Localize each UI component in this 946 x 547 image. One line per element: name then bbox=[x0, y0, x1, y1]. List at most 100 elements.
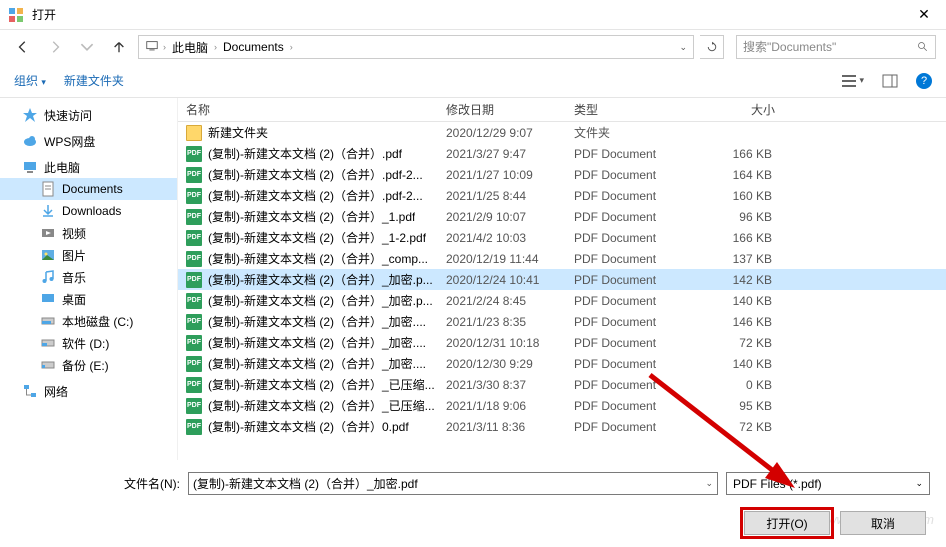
view-mode-button[interactable]: ▾ bbox=[841, 74, 864, 88]
new-folder-button[interactable]: 新建文件夹 bbox=[64, 72, 124, 89]
search-input[interactable] bbox=[743, 40, 917, 54]
search-icon bbox=[917, 41, 929, 53]
preview-pane-button[interactable] bbox=[882, 74, 898, 88]
file-row[interactable]: PDF(复制)-新建文本文档 (2)（合并）.pdf2021/3/27 9:47… bbox=[178, 143, 946, 164]
filename-combo[interactable]: ⌄ bbox=[188, 472, 718, 495]
organize-menu[interactable]: 组织 ▾ bbox=[14, 72, 46, 89]
search-box[interactable] bbox=[736, 35, 936, 59]
file-row[interactable]: PDF(复制)-新建文本文档 (2)（合并）_加密....2021/1/23 8… bbox=[178, 311, 946, 332]
chevron-right-icon: › bbox=[290, 42, 293, 52]
file-size: 164 KB bbox=[684, 168, 784, 182]
close-icon[interactable]: ✕ bbox=[910, 6, 938, 23]
sidebar-item-disk-e[interactable]: 备份 (E:) bbox=[0, 354, 177, 376]
file-type: PDF Document bbox=[566, 378, 684, 392]
file-name: (复制)-新建文本文档 (2)（合并）_comp... bbox=[208, 250, 428, 267]
file-size: 166 KB bbox=[684, 147, 784, 161]
file-size: 137 KB bbox=[684, 252, 784, 266]
back-button[interactable] bbox=[10, 34, 36, 60]
pdf-icon: PDF bbox=[186, 356, 202, 372]
sidebar: 快速访问 WPS网盘 此电脑 Documents Downloads 视频 图片… bbox=[0, 98, 178, 460]
pdf-icon: PDF bbox=[186, 209, 202, 225]
header-size[interactable]: 大小 bbox=[684, 101, 784, 118]
up-button[interactable] bbox=[106, 34, 132, 60]
pdf-icon: PDF bbox=[186, 419, 202, 435]
header-date[interactable]: 修改日期 bbox=[438, 101, 566, 118]
sidebar-item-desktop[interactable]: 桌面 bbox=[0, 288, 177, 310]
sidebar-item-wps[interactable]: WPS网盘 bbox=[0, 130, 177, 152]
file-size: 142 KB bbox=[684, 273, 784, 287]
sidebar-item-network[interactable]: 网络 bbox=[0, 380, 177, 402]
file-name: (复制)-新建文本文档 (2)（合并）_加密.p... bbox=[208, 292, 433, 309]
sidebar-item-music[interactable]: 音乐 bbox=[0, 266, 177, 288]
help-button[interactable]: ? bbox=[916, 73, 932, 89]
filename-input[interactable] bbox=[193, 477, 705, 491]
forward-button[interactable] bbox=[42, 34, 68, 60]
sidebar-item-video[interactable]: 视频 bbox=[0, 222, 177, 244]
file-name: (复制)-新建文本文档 (2)（合并）.pdf bbox=[208, 145, 402, 162]
recent-dropdown[interactable] bbox=[74, 34, 100, 60]
chevron-down-icon: ▾ bbox=[859, 75, 864, 86]
file-name: (复制)-新建文本文档 (2)（合并）.pdf-2... bbox=[208, 187, 423, 204]
sidebar-item-disk-d[interactable]: 软件 (D:) bbox=[0, 332, 177, 354]
address-dropdown[interactable]: ⌄ bbox=[679, 42, 687, 53]
file-size: 72 KB bbox=[684, 420, 784, 434]
open-button[interactable]: 打开(O) bbox=[744, 511, 830, 535]
pdf-icon: PDF bbox=[186, 398, 202, 414]
drive-icon bbox=[40, 335, 56, 351]
breadcrumb-root[interactable]: 此电脑 bbox=[170, 39, 210, 56]
chevron-down-icon[interactable]: ⌄ bbox=[705, 478, 713, 489]
file-row[interactable]: PDF(复制)-新建文本文档 (2)（合并）_1-2.pdf2021/4/2 1… bbox=[178, 227, 946, 248]
file-size: 95 KB bbox=[684, 399, 784, 413]
file-row[interactable]: PDF(复制)-新建文本文档 (2)（合并）_已压缩...2021/1/18 9… bbox=[178, 395, 946, 416]
file-type: PDF Document bbox=[566, 336, 684, 350]
address-bar[interactable]: › 此电脑 › Documents › ⌄ bbox=[138, 35, 694, 59]
file-row[interactable]: PDF(复制)-新建文本文档 (2)（合并）_加密....2020/12/31 … bbox=[178, 332, 946, 353]
window-title: 打开 bbox=[32, 6, 910, 23]
sidebar-item-pc[interactable]: 此电脑 bbox=[0, 156, 177, 178]
file-type: PDF Document bbox=[566, 315, 684, 329]
file-size: 140 KB bbox=[684, 294, 784, 308]
file-name: (复制)-新建文本文档 (2)（合并）_已压缩... bbox=[208, 376, 435, 393]
chevron-right-icon: › bbox=[214, 42, 217, 52]
file-row[interactable]: PDF(复制)-新建文本文档 (2)（合并）_已压缩...2021/3/30 8… bbox=[178, 374, 946, 395]
file-type: PDF Document bbox=[566, 210, 684, 224]
file-area: 名称 修改日期 类型 大小 新建文件夹2020/12/29 9:07文件夹PDF… bbox=[178, 98, 946, 460]
file-type: PDF Document bbox=[566, 294, 684, 308]
breadcrumb-folder[interactable]: Documents bbox=[221, 40, 286, 54]
file-row[interactable]: PDF(复制)-新建文本文档 (2)（合并）_加密.p...2021/2/24 … bbox=[178, 290, 946, 311]
refresh-button[interactable] bbox=[700, 35, 724, 59]
picture-icon bbox=[40, 247, 56, 263]
pdf-icon: PDF bbox=[186, 293, 202, 309]
body-area: 快速访问 WPS网盘 此电脑 Documents Downloads 视频 图片… bbox=[0, 98, 946, 460]
file-row[interactable]: PDF(复制)-新建文本文档 (2)（合并）_comp...2020/12/19… bbox=[178, 248, 946, 269]
file-type: PDF Document bbox=[566, 168, 684, 182]
sidebar-item-disk-c[interactable]: 本地磁盘 (C:) bbox=[0, 310, 177, 332]
file-row[interactable]: PDF(复制)-新建文本文档 (2)（合并）.pdf-2...2021/1/27… bbox=[178, 164, 946, 185]
drive-icon bbox=[40, 357, 56, 373]
file-row[interactable]: 新建文件夹2020/12/29 9:07文件夹 bbox=[178, 122, 946, 143]
file-size: 166 KB bbox=[684, 231, 784, 245]
file-date: 2020/12/30 9:29 bbox=[438, 357, 566, 371]
pdf-icon: PDF bbox=[186, 314, 202, 330]
file-name: (复制)-新建文本文档 (2)（合并）0.pdf bbox=[208, 418, 409, 435]
file-row[interactable]: PDF(复制)-新建文本文档 (2)（合并）0.pdf2021/3/11 8:3… bbox=[178, 416, 946, 437]
header-type[interactable]: 类型 bbox=[566, 101, 684, 118]
header-name[interactable]: 名称 bbox=[178, 101, 438, 118]
file-row[interactable]: PDF(复制)-新建文本文档 (2)（合并）.pdf-2...2021/1/25… bbox=[178, 185, 946, 206]
star-icon bbox=[22, 107, 38, 123]
file-date: 2021/2/9 10:07 bbox=[438, 210, 566, 224]
cancel-button[interactable]: 取消 bbox=[840, 511, 926, 535]
file-row[interactable]: PDF(复制)-新建文本文档 (2)（合并）_加密.p...2020/12/24… bbox=[178, 269, 946, 290]
file-row[interactable]: PDF(复制)-新建文本文档 (2)（合并）_1.pdf2021/2/9 10:… bbox=[178, 206, 946, 227]
file-size: 160 KB bbox=[684, 189, 784, 203]
sidebar-item-pictures[interactable]: 图片 bbox=[0, 244, 177, 266]
file-row[interactable]: PDF(复制)-新建文本文档 (2)（合并）_加密....2020/12/30 … bbox=[178, 353, 946, 374]
sidebar-item-documents[interactable]: Documents bbox=[0, 178, 177, 200]
filename-label: 文件名(N): bbox=[0, 475, 180, 492]
sidebar-item-quick[interactable]: 快速访问 bbox=[0, 104, 177, 126]
file-type-filter[interactable]: PDF Files (*.pdf)⌄ bbox=[726, 472, 930, 495]
chevron-right-icon: › bbox=[163, 42, 166, 52]
drive-icon bbox=[40, 313, 56, 329]
sidebar-item-downloads[interactable]: Downloads bbox=[0, 200, 177, 222]
file-type: PDF Document bbox=[566, 252, 684, 266]
